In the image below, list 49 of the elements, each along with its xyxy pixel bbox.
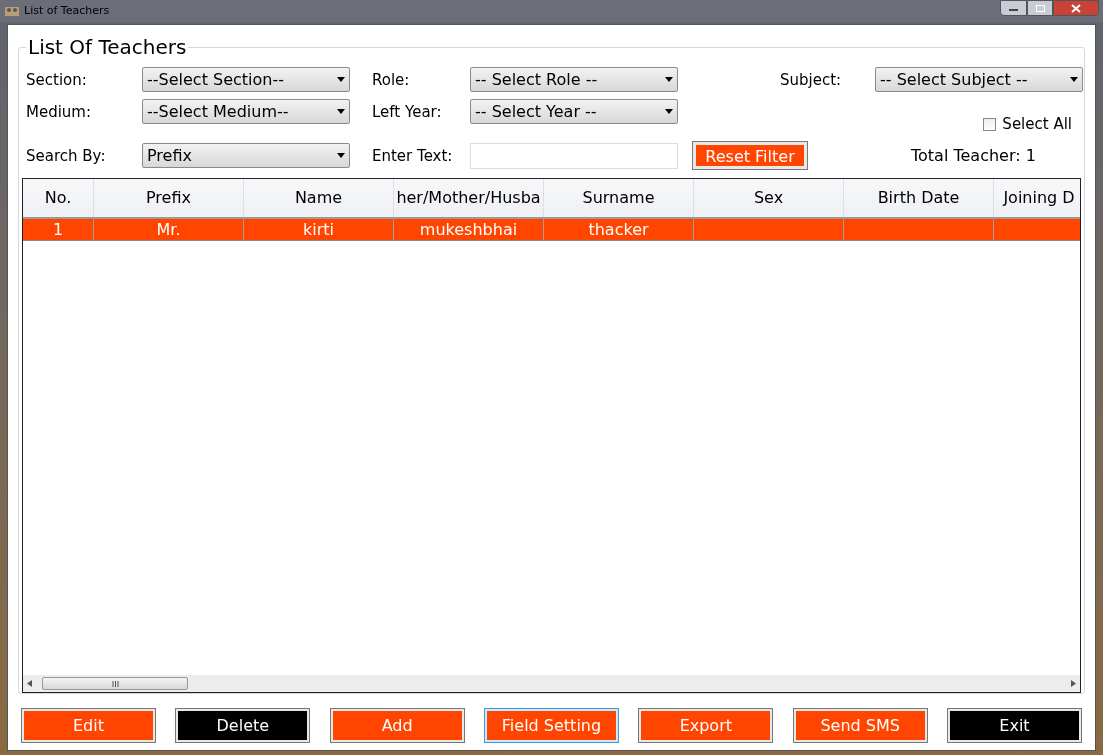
caret-icon (665, 109, 673, 114)
window-title: List of Teachers (24, 2, 110, 19)
table-cell: mukeshbhai (419, 219, 518, 240)
dropdown[interactable]: -- Select Year -- (470, 99, 678, 124)
field-label: Subject: (780, 70, 842, 89)
table-cell: thacker (588, 219, 649, 240)
field-label: Medium: (26, 102, 92, 121)
dropdown[interactable]: -- Select Role -- (470, 67, 678, 92)
field-label: Search By: (26, 146, 106, 165)
checkbox[interactable] (983, 118, 997, 131)
dropdown[interactable]: Prefix (142, 143, 350, 168)
field-label: Section: (26, 70, 87, 89)
column-header[interactable]: Surname (544, 179, 694, 217)
column-header[interactable]: Name (244, 179, 394, 217)
text-input[interactable] (470, 142, 678, 169)
column-header[interactable]: Prefix (94, 179, 244, 217)
table-cell: 1 (52, 219, 64, 240)
table-cell: Mr. (156, 219, 181, 240)
total-count: Total Teacher: 1 (911, 144, 1036, 167)
dropdown[interactable]: --Select Medium-- (142, 99, 350, 124)
column-header[interactable]: Joining D (994, 179, 1080, 217)
maximize-button[interactable] (1027, 0, 1053, 16)
field-label: Role: (372, 70, 410, 89)
caret-icon (337, 109, 345, 114)
minimize-button[interactable] (1000, 0, 1027, 16)
dropdown[interactable]: --Select Section-- (142, 67, 350, 92)
column-header[interactable]: No. (23, 179, 94, 217)
close-button[interactable] (1053, 0, 1099, 16)
column-header[interactable]: her/Mother/Husba (394, 179, 544, 217)
column-header[interactable]: Sex (694, 179, 844, 217)
caret-icon (1070, 77, 1078, 82)
app-icon (4, 4, 20, 18)
horizontal-scrollbar[interactable] (23, 675, 1080, 692)
close-icon (1071, 3, 1081, 13)
scroll-thumb[interactable] (42, 677, 188, 690)
caret-icon (665, 77, 673, 82)
scroll-right-icon[interactable] (1071, 680, 1076, 687)
field-label: Enter Text: (372, 146, 453, 165)
table-cell: kirti (303, 219, 334, 240)
action-button[interactable]: Exit (947, 709, 1081, 742)
scroll-left-icon[interactable] (27, 680, 32, 687)
caret-icon (337, 77, 345, 82)
field-label: Left Year: (372, 102, 442, 121)
grip-icon (111, 680, 119, 687)
select-all-checkbox[interactable]: Select All (983, 113, 1072, 136)
dropdown[interactable]: -- Select Subject -- (875, 67, 1083, 92)
action-button[interactable]: Delete (176, 709, 310, 742)
column-header[interactable]: Birth Date (844, 179, 994, 217)
caret-icon (337, 153, 345, 158)
